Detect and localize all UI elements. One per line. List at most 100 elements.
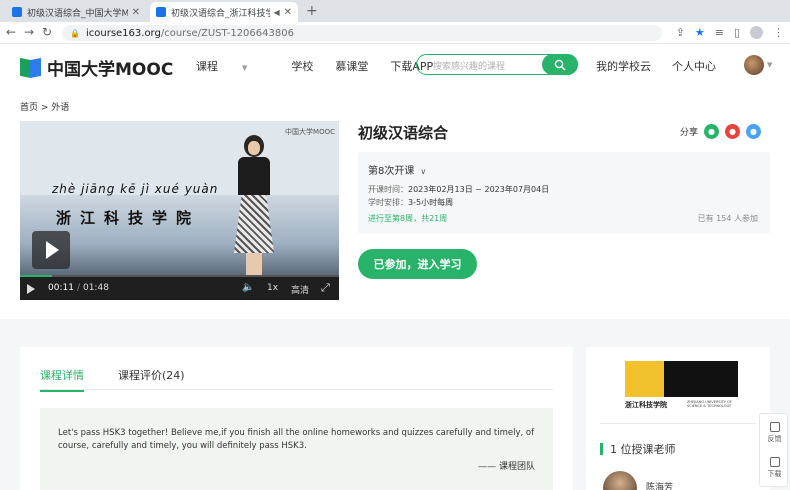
share-bar: 分享 ● ● ● [680, 124, 762, 139]
play-icon [46, 241, 59, 259]
chevron-down-icon[interactable]: ▼ [767, 61, 772, 69]
teacher-avatar[interactable] [603, 471, 637, 490]
accent-bar [600, 443, 603, 455]
nav-schools[interactable]: 学校 [291, 58, 313, 74]
tab-title: 初级汉语综合_中国大学MOOC(慕 [27, 8, 128, 19]
floating-toolbar: 反馈 下载 [759, 413, 788, 487]
time-separator: / [76, 283, 80, 293]
schedule-row: 学时安排：3-5小时每周 [368, 197, 453, 208]
schedule-value: 3-5小时每周 [408, 198, 454, 207]
teacher-heading: 1 位授课老师 [600, 441, 676, 457]
weibo-icon[interactable]: ● [725, 124, 741, 139]
speed-button[interactable]: 1x [267, 283, 278, 293]
term-label: 第8次开课 [368, 166, 415, 177]
user-avatar[interactable] [744, 55, 764, 75]
browser-tab-bar: 初级汉语综合_中国大学MOOC(慕 ✕ 初级汉语综合_浙江科技学院 ◀︎ ✕ + [0, 0, 790, 22]
top-links: 我的学校云 个人中心 [596, 58, 737, 74]
feedback-label: 反馈 [767, 435, 782, 443]
video-controls: 00:11/01:48 🔈 1x 高清 ⤢ [20, 275, 339, 300]
time-label: 开课时间： [368, 185, 408, 194]
logo-text: 中国大学MOOC [47, 60, 174, 80]
video-player[interactable]: 中国大学MOOC zhè jiāng kē jì xué yuàn 浙江科技学院… [20, 121, 339, 300]
url-path: /course/ZUST-1206643806 [160, 27, 294, 39]
search-button[interactable] [542, 54, 578, 75]
search-input[interactable]: 搜索感兴趣的课程 [433, 59, 505, 72]
video-pinyin: zhè jiāng kē jì xué yuàn [52, 182, 219, 196]
feedback-button[interactable]: 反馈 [760, 422, 789, 444]
divider [600, 423, 756, 424]
back-icon[interactable]: ← [6, 25, 16, 39]
logo-black-block [664, 361, 738, 397]
share-label: 分享 [680, 128, 699, 138]
share-page-icon[interactable]: ⇪ [676, 26, 685, 39]
new-tab-icon[interactable]: + [306, 3, 318, 19]
course-quote-box: Let's pass HSK3 together! Believe me,if … [40, 408, 553, 490]
term-selector[interactable]: 第8次开课 ∨ [368, 162, 426, 177]
close-tab-icon[interactable]: ✕ [284, 7, 292, 18]
course-progress-text: 进行至第8周，共21周 [368, 214, 448, 223]
teacher-heading-label: 1 位授课老师 [610, 443, 676, 456]
mooc-favicon-icon [156, 7, 166, 17]
video-progress-bar[interactable] [20, 275, 339, 277]
duration: 01:48 [82, 283, 109, 293]
tab-title: 初级汉语综合_浙江科技学院 [171, 8, 271, 19]
download-button[interactable]: 下载 [760, 457, 789, 479]
nav-mooc-class[interactable]: 慕课堂 [335, 58, 368, 74]
enter-course-button[interactable]: 已参加，进入学习 [358, 249, 477, 279]
breadcrumb[interactable]: 首页 > 外语 [20, 100, 69, 113]
browser-tab-1[interactable]: 初级汉语综合_中国大学MOOC(慕 ✕ [6, 2, 146, 22]
feedback-icon [769, 422, 780, 432]
schedule-label: 学时安排： [368, 198, 408, 207]
side-panel-icon[interactable]: ▯ [734, 26, 740, 39]
logo-yellow-block [625, 361, 664, 397]
course-detail-panel: 课程详情 课程评价(24) Let's pass HSK3 together! … [20, 347, 573, 490]
bookmark-star-icon[interactable]: ★ [695, 26, 705, 39]
chevron-down-icon: ∨ [420, 167, 427, 176]
course-top-section: 首页 > 外语 中国大学MOOC zhè jiāng kē jì xué yuà… [0, 87, 790, 319]
personal-center-link[interactable]: 个人中心 [672, 58, 716, 74]
time-value: 2023年02月13日 ~ 2023年07月04日 [408, 185, 550, 194]
wechat-icon[interactable]: ● [704, 124, 720, 139]
close-tab-icon[interactable]: ✕ [132, 7, 140, 18]
profile-icon[interactable] [750, 26, 763, 39]
nav-courses-label: 课程 [196, 60, 218, 73]
reload-icon[interactable]: ↻ [42, 25, 52, 39]
search-icon [554, 59, 566, 70]
quality-button[interactable]: 高清 [291, 283, 309, 296]
url-input[interactable]: 🔒 icourse163.org/course/ZUST-1206643806 [62, 25, 662, 41]
lock-icon: 🔒 [70, 28, 80, 38]
forward-icon[interactable]: → [24, 25, 34, 39]
video-time: 00:11/01:48 [48, 283, 109, 293]
enrolled-count: 已有 154 人参加 [697, 214, 758, 223]
big-play-button[interactable] [32, 231, 70, 269]
school-logo-cn: 浙江科技学院 [625, 400, 667, 409]
qq-icon[interactable]: ● [746, 124, 762, 139]
download-label: 下载 [767, 470, 782, 478]
site-header: 中国大学MOOC 课程 ▼ 学校 慕课堂 下载APP 搜索感兴趣的课程 我的学校云… [0, 44, 790, 87]
term-info-box: 第8次开课 ∨ 开课时间：2023年02月13日 ~ 2023年07月04日 学时… [358, 152, 770, 234]
school-sidebar: 浙江科技学院 ZHEJIANG UNIVERSITY OF SCIENCE & … [586, 347, 770, 490]
fullscreen-icon[interactable]: ⤢ [321, 281, 330, 295]
mooc-book-icon [20, 57, 42, 78]
school-logo-en: ZHEJIANG UNIVERSITY OF SCIENCE & TECHNOL… [687, 400, 732, 408]
my-school-cloud-link[interactable]: 我的学校云 [596, 58, 651, 74]
mooc-favicon-icon [12, 7, 22, 17]
search-box: 搜索感兴趣的课程 [416, 54, 578, 75]
teacher-name[interactable]: 陈海芳 [646, 480, 673, 490]
video-presenter [232, 135, 276, 275]
browser-tab-2[interactable]: 初级汉语综合_浙江科技学院 ◀︎ ✕ [150, 2, 298, 22]
nav-courses[interactable]: 课程 ▼ [196, 58, 269, 74]
speaker-icon[interactable]: ◀︎ [273, 8, 279, 17]
video-watermark: 中国大学MOOC [285, 128, 335, 136]
volume-icon[interactable]: 🔈 [242, 282, 254, 293]
mooc-logo[interactable]: 中国大学MOOC [20, 55, 173, 80]
current-time: 00:11 [48, 283, 74, 293]
play-icon[interactable] [27, 284, 35, 294]
course-time-row: 开课时间：2023年02月13日 ~ 2023年07月04日 [368, 184, 549, 195]
divider [40, 389, 553, 390]
school-logo[interactable]: 浙江科技学院 ZHEJIANG UNIVERSITY OF SCIENCE & … [625, 361, 738, 412]
reading-list-icon[interactable]: ≡ [715, 26, 724, 39]
chevron-down-icon: ▼ [242, 64, 248, 72]
menu-icon[interactable]: ⋮ [773, 26, 784, 39]
address-bar-row: ← → ↻ 🔒 icourse163.org/course/ZUST-12066… [0, 22, 790, 44]
